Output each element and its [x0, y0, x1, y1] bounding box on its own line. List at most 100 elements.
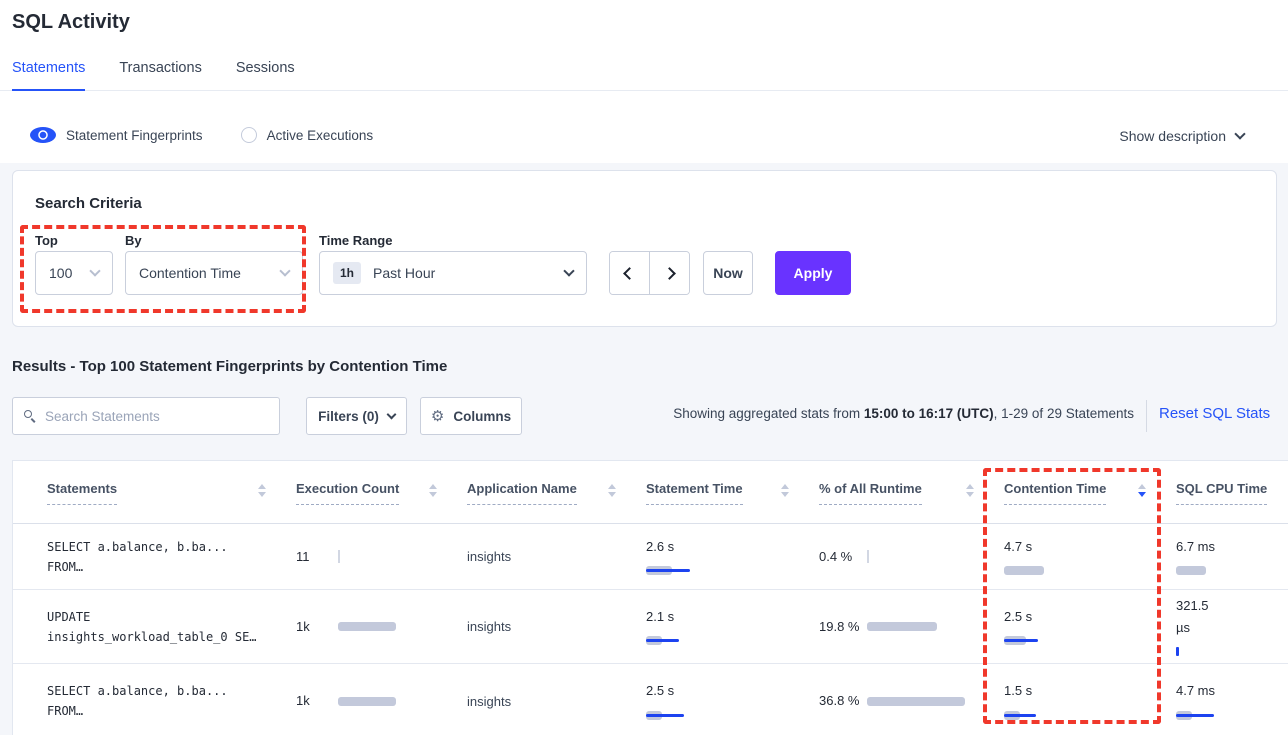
by-select-value: Contention Time: [139, 265, 241, 281]
now-button-label: Now: [713, 265, 743, 281]
column-header-contention-time[interactable]: Contention Time: [1004, 481, 1176, 523]
statement-fingerprint-link[interactable]: SELECT a.balance, b.ba...FROM…: [47, 681, 296, 721]
column-label: Application Name: [467, 481, 577, 505]
statement-line: UPDATE: [47, 607, 282, 627]
time-range-select[interactable]: 1h Past Hour: [319, 251, 587, 295]
top-select[interactable]: 100: [35, 251, 113, 295]
sort-arrows-icon: [781, 481, 789, 497]
sort-arrows-icon: [1138, 481, 1146, 497]
column-header-statements[interactable]: Statements: [47, 481, 296, 523]
pct-runtime-cell: 19.8 %: [819, 619, 1004, 635]
search-criteria-heading: Search Criteria: [35, 195, 142, 212]
sql-cpu-time-cell: 321.5 µs: [1176, 595, 1288, 658]
results-heading: Results - Top 100 Statement Fingerprints…: [12, 358, 447, 375]
filters-button-label: Filters (0): [318, 409, 379, 424]
table-row: UPDATEinsights_workload_table_0 SE…1kins…: [13, 590, 1288, 664]
pct-runtime-cell: 0.4 %: [819, 549, 1004, 565]
filters-button[interactable]: Filters (0): [306, 397, 407, 435]
statements-table: Statements Execution CountApplication Nam…: [12, 460, 1288, 735]
column-header-sql-cpu-time[interactable]: SQL CPU Time: [1176, 481, 1288, 523]
search-statements-input[interactable]: [45, 409, 269, 424]
application-name-cell: insights: [467, 619, 646, 634]
chevron-right-icon: [663, 267, 676, 280]
column-label: SQL CPU Time: [1176, 481, 1267, 505]
contention-time-cell-value: 4.7 s: [1004, 536, 1162, 558]
statement-search-box: [12, 397, 280, 435]
column-header-statement-time[interactable]: Statement Time: [646, 481, 819, 523]
column-label: Contention Time: [1004, 481, 1106, 505]
toolbar-divider: [1146, 400, 1147, 432]
bar-chart: [646, 709, 684, 722]
page-header: SQL Activity StatementsTransactionsSessi…: [0, 0, 1288, 163]
previous-time-button[interactable]: [610, 252, 649, 294]
by-select[interactable]: Contention Time: [125, 251, 303, 295]
statement-time-cell: 2.5 s: [646, 680, 819, 721]
radio-selected-icon: [30, 127, 56, 143]
time-range-label: Time Range: [319, 233, 392, 248]
chevron-down-icon: [1234, 128, 1245, 139]
pct-runtime-cell: 36.8 %: [819, 693, 1004, 709]
apply-button-label: Apply: [794, 265, 833, 281]
sql-cpu-time-cell: 6.7 ms: [1176, 536, 1288, 577]
sort-arrows-icon: [258, 481, 266, 497]
contention-time-cell: 1.5 s: [1004, 680, 1176, 721]
contention-time-cell-value: 1.5 s: [1004, 680, 1162, 702]
bar-chart: [1004, 564, 1044, 577]
column-label: Statement Time: [646, 481, 743, 505]
sql-cpu-time-cell-value: 6.7 ms: [1176, 536, 1224, 558]
bar-chart: [338, 695, 396, 708]
radio-label: Statement Fingerprints: [66, 128, 203, 143]
statement-fingerprint-link[interactable]: SELECT a.balance, b.ba...FROM…: [47, 537, 296, 577]
bar-chart: [1176, 709, 1214, 722]
next-time-button[interactable]: [650, 252, 689, 294]
sql-cpu-time-cell: 4.7 ms: [1176, 680, 1288, 721]
execution-count-cell: 11: [296, 549, 467, 565]
bar-chart: [338, 550, 340, 563]
statement-time-cell: 2.6 s: [646, 536, 819, 577]
bar-chart: [1176, 564, 1206, 577]
chevron-down-icon: [279, 265, 290, 276]
time-range-badge: 1h: [333, 262, 361, 284]
tab-statements[interactable]: Statements: [12, 60, 85, 91]
radio-label: Active Executions: [267, 128, 374, 143]
columns-button[interactable]: ⚙ Columns: [420, 397, 522, 435]
chevron-down-icon: [563, 265, 574, 276]
tab-transactions[interactable]: Transactions: [119, 60, 201, 91]
pct-runtime-cell-value: 36.8 %: [819, 693, 867, 709]
pct-runtime-cell-value: 19.8 %: [819, 619, 867, 635]
tabbar: Statements Transactions Sessions: [12, 60, 295, 91]
time-range-value: Past Hour: [373, 265, 435, 281]
sort-arrows-icon: [429, 481, 437, 497]
chevron-left-icon: [623, 267, 636, 280]
tab-sessions[interactable]: Sessions: [236, 60, 295, 91]
now-button[interactable]: Now: [703, 251, 753, 295]
statement-fingerprint-link[interactable]: UPDATEinsights_workload_table_0 SE…: [47, 607, 296, 647]
reset-sql-stats-link[interactable]: Reset SQL Stats: [1159, 405, 1270, 422]
bar-chart: [867, 550, 869, 563]
column-header-application-name[interactable]: Application Name: [467, 481, 646, 523]
table-row: SELECT a.balance, b.ba...FROM…1kinsights…: [13, 664, 1288, 735]
apply-button[interactable]: Apply: [775, 251, 851, 295]
chevron-down-icon: [89, 265, 100, 276]
execution-count-cell-value: 1k: [296, 693, 338, 709]
statement-line: insights_workload_table_0 SE…: [47, 627, 282, 647]
radio-statement-fingerprints[interactable]: Statement Fingerprints: [30, 127, 203, 143]
showing-stats-text: Showing aggregated stats from 15:00 to 1…: [640, 406, 1134, 421]
search-icon: [23, 409, 37, 423]
bar-chart: [867, 695, 965, 708]
sql-activity-page: SQL Activity StatementsTransactionsSessi…: [0, 0, 1288, 735]
statement-time-cell-value: 2.5 s: [646, 680, 805, 702]
show-description-toggle[interactable]: Show description: [1119, 128, 1244, 144]
column-label: % of All Runtime: [819, 481, 922, 505]
column-header-execution-count[interactable]: Execution Count: [296, 481, 467, 523]
chevron-down-icon: [386, 410, 396, 420]
showing-time-range: 15:00 to 16:17 (UTC): [864, 406, 994, 421]
top-select-value: 100: [49, 265, 72, 281]
top-label: Top: [35, 233, 58, 248]
radio-active-executions[interactable]: Active Executions: [241, 127, 374, 143]
statement-line: FROM…: [47, 701, 282, 721]
column-label: Statements: [47, 481, 117, 505]
view-mode-radios: Statement Fingerprints Active Executions: [30, 127, 373, 143]
bar-chart: [1004, 634, 1038, 647]
column-header-of-all-runtime[interactable]: % of All Runtime: [819, 481, 1004, 523]
